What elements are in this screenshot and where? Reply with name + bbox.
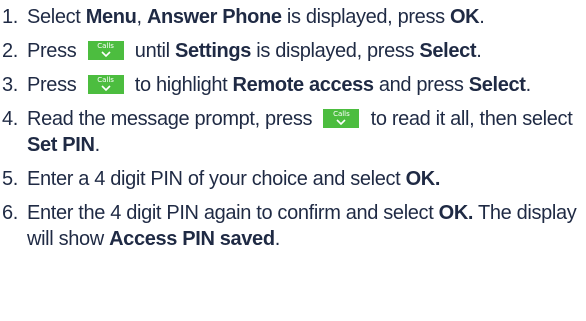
select-label: Select xyxy=(468,74,526,96)
step-4: 4. Read the message prompt, press Calls … xyxy=(0,106,586,158)
step-2: 2. Press Calls until Settings is display… xyxy=(0,38,586,64)
select-label: Select xyxy=(419,40,477,62)
step-text: Read the message prompt, press Calls to … xyxy=(27,108,573,156)
step-number: 6. xyxy=(2,202,18,224)
ok-label: OK. xyxy=(438,202,474,224)
step-5: 5. Enter a 4 digit PIN of your choice an… xyxy=(0,166,586,192)
calls-key-icon: Calls xyxy=(87,40,124,60)
step-1: 1. Select Menu, Answer Phone is displaye… xyxy=(0,4,586,30)
set-pin-label: Set PIN xyxy=(27,134,95,156)
ok-label: OK xyxy=(449,6,480,28)
step-text: Press Calls until Settings is displayed,… xyxy=(27,40,482,62)
step-text: Enter the 4 digit PIN again to confirm a… xyxy=(27,202,577,250)
answer-phone-label: Answer Phone xyxy=(146,6,282,28)
calls-key-icon: Calls xyxy=(323,108,360,128)
calls-key-icon: Calls xyxy=(87,74,124,94)
step-text: Press Calls to highlight Remote access a… xyxy=(27,74,531,96)
chevron-down-icon xyxy=(101,85,111,91)
ok-label: OK. xyxy=(405,168,441,190)
step-3: 3. Press Calls to highlight Remote acces… xyxy=(0,72,586,98)
calls-key-label: Calls xyxy=(333,109,350,118)
chevron-down-icon xyxy=(101,51,111,57)
step-number: 3. xyxy=(2,74,18,96)
chevron-down-icon xyxy=(336,119,346,125)
step-number: 4. xyxy=(2,108,18,130)
step-text: Select Menu, Answer Phone is displayed, … xyxy=(27,6,485,28)
settings-label: Settings xyxy=(174,40,252,62)
calls-key-label: Calls xyxy=(97,75,114,84)
remote-access-label: Remote access xyxy=(232,74,374,96)
instruction-steps: 1. Select Menu, Answer Phone is displaye… xyxy=(0,0,586,252)
menu-label: Menu xyxy=(85,6,137,28)
step-number: 1. xyxy=(2,6,18,28)
calls-key-label: Calls xyxy=(97,41,114,50)
step-text: Enter a 4 digit PIN of your choice and s… xyxy=(27,168,441,190)
step-6: 6. Enter the 4 digit PIN again to confir… xyxy=(0,200,586,252)
access-pin-saved-label: Access PIN saved xyxy=(109,228,275,250)
step-number: 5. xyxy=(2,168,18,190)
step-number: 2. xyxy=(2,40,18,62)
